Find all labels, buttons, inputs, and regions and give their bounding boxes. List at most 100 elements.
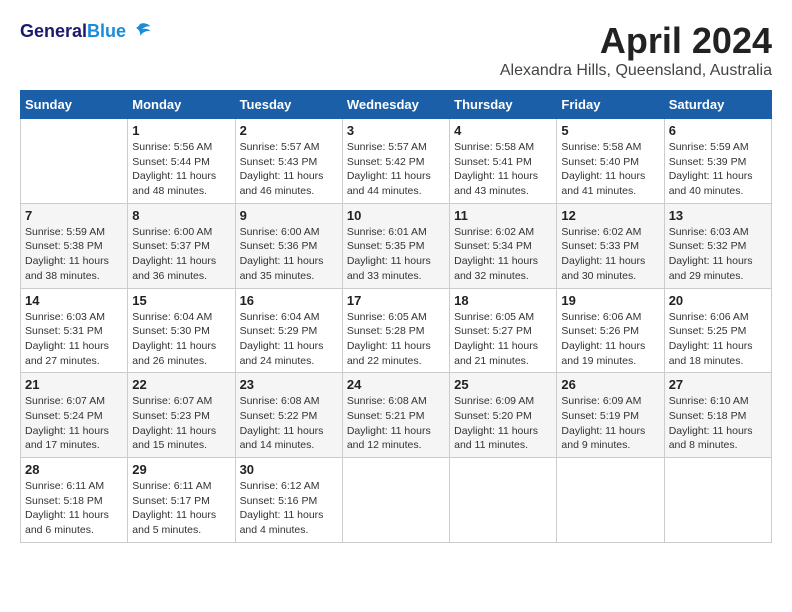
calendar-week-row: 21Sunrise: 6:07 AMSunset: 5:24 PMDayligh… [21, 373, 772, 458]
calendar-cell [342, 458, 449, 543]
day-number: 28 [25, 462, 123, 477]
calendar-cell: 26 Sunrise: 6:09 AMSunset: 5:19 PMDayligh… [557, 373, 664, 458]
weekday-header-friday: Friday [557, 91, 664, 119]
calendar-week-row: 14 Sunrise: 6:03 AMSunset: 5:31 PMDayligh… [21, 288, 772, 373]
day-number: 7 [25, 208, 123, 223]
day-info: Sunrise: 6:05 AMSunset: 5:28 PMDaylight:… [347, 310, 445, 369]
day-info: Sunrise: 6:01 AMSunset: 5:35 PMDaylight:… [347, 225, 445, 284]
day-number: 14 [25, 293, 123, 308]
day-info: Sunrise: 5:59 AMSunset: 5:38 PMDaylight:… [25, 225, 123, 284]
calendar-cell [557, 458, 664, 543]
calendar-cell: 14 Sunrise: 6:03 AMSunset: 5:31 PMDayligh… [21, 288, 128, 373]
calendar-cell: 29Sunrise: 6:11 AMSunset: 5:17 PMDayligh… [128, 458, 235, 543]
day-info: Sunrise: 5:56 AMSunset: 5:44 PMDaylight:… [132, 140, 230, 199]
day-info: Sunrise: 6:05 AMSunset: 5:27 PMDaylight:… [454, 310, 552, 369]
logo: GeneralBlue [20, 20, 152, 44]
logo-bird-icon [128, 20, 152, 44]
weekday-header-tuesday: Tuesday [235, 91, 342, 119]
day-info: Sunrise: 6:06 AMSunset: 5:26 PMDaylight:… [561, 310, 659, 369]
calendar-cell [21, 119, 128, 204]
day-number: 5 [561, 123, 659, 138]
calendar-cell: 2Sunrise: 5:57 AMSunset: 5:43 PMDaylight… [235, 119, 342, 204]
calendar-cell: 3Sunrise: 5:57 AMSunset: 5:42 PMDaylight… [342, 119, 449, 204]
calendar-cell: 22 Sunrise: 6:07 AMSunset: 5:23 PMDayligh… [128, 373, 235, 458]
day-number: 11 [454, 208, 552, 223]
day-info: Sunrise: 6:09 AMSunset: 5:19 PMDaylight:… [561, 394, 659, 453]
page-header: GeneralBlue April 2024 Alexandra Hills, … [20, 20, 772, 80]
calendar-body: 1 Sunrise: 5:56 AMSunset: 5:44 PMDaylight… [21, 119, 772, 543]
location-title: Alexandra Hills, Queensland, Australia [500, 62, 772, 80]
day-number: 17 [347, 293, 445, 308]
calendar-cell: 7 Sunrise: 5:59 AMSunset: 5:38 PMDaylight… [21, 203, 128, 288]
day-number: 22 [132, 377, 230, 392]
calendar-cell: 19 Sunrise: 6:06 AMSunset: 5:26 PMDayligh… [557, 288, 664, 373]
calendar-cell: 24Sunrise: 6:08 AMSunset: 5:21 PMDayligh… [342, 373, 449, 458]
day-number: 25 [454, 377, 552, 392]
day-info: Sunrise: 6:10 AMSunset: 5:18 PMDaylight:… [669, 394, 767, 453]
day-number: 13 [669, 208, 767, 223]
day-info: Sunrise: 6:02 AMSunset: 5:34 PMDaylight:… [454, 225, 552, 284]
day-info: Sunrise: 6:00 AMSunset: 5:37 PMDaylight:… [132, 225, 230, 284]
calendar-cell [664, 458, 771, 543]
calendar-cell: 11 Sunrise: 6:02 AMSunset: 5:34 PMDayligh… [450, 203, 557, 288]
day-number: 16 [240, 293, 338, 308]
day-number: 4 [454, 123, 552, 138]
day-info: Sunrise: 6:03 AMSunset: 5:32 PMDaylight:… [669, 225, 767, 284]
month-title: April 2024 [500, 20, 772, 62]
day-info: Sunrise: 6:04 AMSunset: 5:29 PMDaylight:… [240, 310, 338, 369]
day-number: 26 [561, 377, 659, 392]
calendar-cell: 20 Sunrise: 6:06 AMSunset: 5:25 PMDayligh… [664, 288, 771, 373]
calendar-cell: 13 Sunrise: 6:03 AMSunset: 5:32 PMDayligh… [664, 203, 771, 288]
calendar-cell: 18 Sunrise: 6:05 AMSunset: 5:27 PMDayligh… [450, 288, 557, 373]
calendar-cell [450, 458, 557, 543]
day-number: 20 [669, 293, 767, 308]
calendar-cell: 9Sunrise: 6:00 AMSunset: 5:36 PMDaylight… [235, 203, 342, 288]
day-info: Sunrise: 5:58 AMSunset: 5:40 PMDaylight:… [561, 140, 659, 199]
day-number: 6 [669, 123, 767, 138]
day-number: 18 [454, 293, 552, 308]
day-number: 19 [561, 293, 659, 308]
day-number: 10 [347, 208, 445, 223]
day-number: 3 [347, 123, 445, 138]
day-number: 8 [132, 208, 230, 223]
calendar-cell: 25 Sunrise: 6:09 AMSunset: 5:20 PMDayligh… [450, 373, 557, 458]
calendar-cell: 28 Sunrise: 6:11 AMSunset: 5:18 PMDayligh… [21, 458, 128, 543]
day-number: 15 [132, 293, 230, 308]
calendar-cell: 15 Sunrise: 6:04 AMSunset: 5:30 PMDayligh… [128, 288, 235, 373]
day-info: Sunrise: 6:07 AMSunset: 5:24 PMDaylight:… [25, 394, 123, 453]
day-info: Sunrise: 5:59 AMSunset: 5:39 PMDaylight:… [669, 140, 767, 199]
title-area: April 2024 Alexandra Hills, Queensland, … [500, 20, 772, 80]
calendar-cell: 1 Sunrise: 5:56 AMSunset: 5:44 PMDaylight… [128, 119, 235, 204]
calendar-cell: 4 Sunrise: 5:58 AMSunset: 5:41 PMDaylight… [450, 119, 557, 204]
day-number: 23 [240, 377, 338, 392]
calendar-week-row: 7 Sunrise: 5:59 AMSunset: 5:38 PMDaylight… [21, 203, 772, 288]
day-info: Sunrise: 6:06 AMSunset: 5:25 PMDaylight:… [669, 310, 767, 369]
day-info: Sunrise: 6:09 AMSunset: 5:20 PMDaylight:… [454, 394, 552, 453]
day-info: Sunrise: 6:11 AMSunset: 5:18 PMDaylight:… [25, 479, 123, 538]
day-info: Sunrise: 6:04 AMSunset: 5:30 PMDaylight:… [132, 310, 230, 369]
day-number: 9 [240, 208, 338, 223]
weekday-header-saturday: Saturday [664, 91, 771, 119]
day-info: Sunrise: 6:07 AMSunset: 5:23 PMDaylight:… [132, 394, 230, 453]
day-info: Sunrise: 6:08 AMSunset: 5:22 PMDaylight:… [240, 394, 338, 453]
day-number: 29 [132, 462, 230, 477]
calendar-cell: 8 Sunrise: 6:00 AMSunset: 5:37 PMDaylight… [128, 203, 235, 288]
calendar-cell: 6 Sunrise: 5:59 AMSunset: 5:39 PMDaylight… [664, 119, 771, 204]
weekday-header-sunday: Sunday [21, 91, 128, 119]
calendar-cell: 21Sunrise: 6:07 AMSunset: 5:24 PMDayligh… [21, 373, 128, 458]
calendar-week-row: 28 Sunrise: 6:11 AMSunset: 5:18 PMDayligh… [21, 458, 772, 543]
calendar-cell: 10 Sunrise: 6:01 AMSunset: 5:35 PMDayligh… [342, 203, 449, 288]
day-info: Sunrise: 5:58 AMSunset: 5:41 PMDaylight:… [454, 140, 552, 199]
day-info: Sunrise: 6:12 AMSunset: 5:16 PMDaylight:… [240, 479, 338, 538]
day-number: 27 [669, 377, 767, 392]
calendar-cell: 16 Sunrise: 6:04 AMSunset: 5:29 PMDayligh… [235, 288, 342, 373]
day-number: 24 [347, 377, 445, 392]
weekday-header-monday: Monday [128, 91, 235, 119]
weekday-header-thursday: Thursday [450, 91, 557, 119]
calendar-week-row: 1 Sunrise: 5:56 AMSunset: 5:44 PMDaylight… [21, 119, 772, 204]
calendar-header-row: SundayMondayTuesdayWednesdayThursdayFrid… [21, 91, 772, 119]
day-number: 1 [132, 123, 230, 138]
day-info: Sunrise: 6:03 AMSunset: 5:31 PMDaylight:… [25, 310, 123, 369]
calendar-cell: 27 Sunrise: 6:10 AMSunset: 5:18 PMDayligh… [664, 373, 771, 458]
day-info: Sunrise: 5:57 AMSunset: 5:43 PMDaylight:… [240, 140, 338, 199]
